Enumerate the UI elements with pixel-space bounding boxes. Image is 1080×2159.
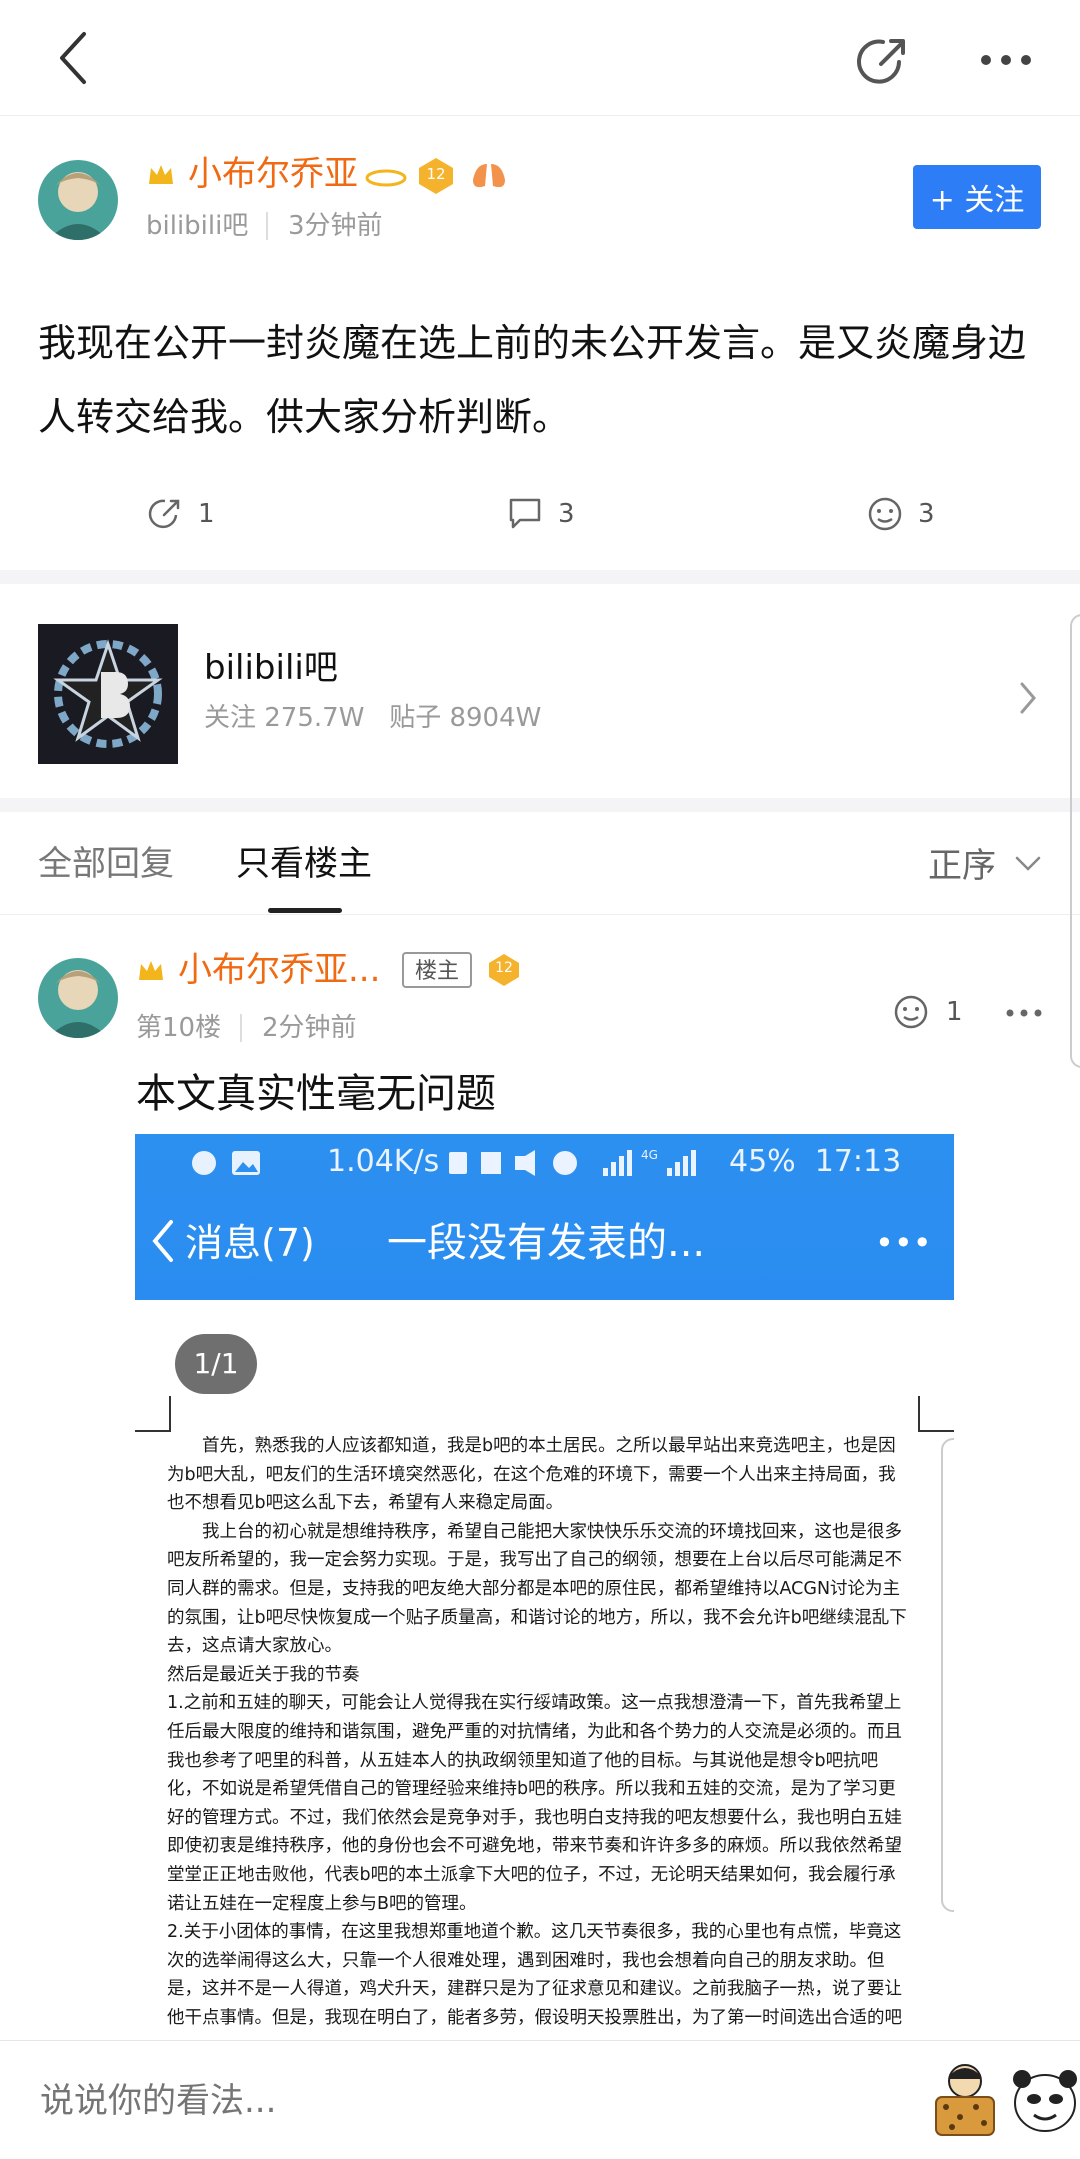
share-count: 1 [198, 499, 215, 529]
battery-time: 45% 17:13 [729, 1144, 902, 1179]
document-line: 任后最大限度的维持和谐氛围，避免严重的对抗情绪，为此和各个势力的人交流是必须的。… [167, 1721, 902, 1742]
lungs-icon [470, 160, 508, 192]
level-number: 12 [495, 960, 513, 976]
document-line: 吧友所希望的，我一定会努力实现。于是，我写出了自己的纲领，想要在上台以后尽可能满… [167, 1550, 902, 1571]
crown-icon [146, 160, 176, 190]
messages-back-label[interactable]: 消息(7) [185, 1218, 315, 1268]
tabs-bottom-border [0, 914, 1080, 915]
screenshot-more[interactable]: ••• [875, 1218, 932, 1268]
divider [240, 1014, 242, 1042]
signal-icons: 4G [601, 1148, 711, 1178]
level-number: 12 [426, 165, 446, 183]
section-divider [0, 570, 1080, 584]
document-line: 化，不如说是希望凭借自己的管理经验来维持b吧的秩序。所以我和五娃的交流，是为了学… [167, 1779, 896, 1800]
comment-count: 3 [558, 499, 575, 529]
chevron-down-icon[interactable] [1014, 854, 1042, 874]
screenshot-header: 1.04K/s 4G 45% 17:13 消息(7) 一段没有发表的... ••… [135, 1134, 954, 1300]
sticker-panda-icon[interactable] [1012, 2065, 1078, 2135]
document-line: 次的选举闹得这么大，只靠一个人很难处理，遇到困难时，我也会想着向自己的朋友求助。… [167, 1950, 885, 1971]
tab-all-replies[interactable]: 全部回复 [38, 842, 174, 886]
share-count-icon[interactable] [148, 496, 182, 530]
follow-button[interactable]: + 关注 [913, 165, 1041, 229]
screenshot-title: 一段没有发表的... [387, 1220, 706, 1266]
share-icon[interactable] [855, 32, 911, 88]
comment-input[interactable] [38, 2065, 882, 2137]
chevron-left-icon[interactable] [149, 1218, 175, 1264]
document-line: 我上台的初心就是想维持秩序，希望自己能把大家快快乐乐交流的环境找回来，这也是很多 [167, 1521, 902, 1542]
chevron-right-icon [1018, 680, 1038, 716]
network-type: 4G [641, 1148, 658, 1162]
document-line: 2.关于小团体的事情，在这里我想郑重地道个歉。这几天节奏很多，我的心里也有点慌，… [167, 1922, 902, 1943]
document-line: 诺让五娃在一定程度上参与B吧的管理。 [167, 1893, 477, 1914]
floor-number: 第10楼 [136, 1013, 222, 1043]
crop-mark [135, 1396, 171, 1432]
document-line: 即使初衷是维持秩序，他的身份也会不可避免地，带来节奏和许许多多的麻烦。所以我依然… [167, 1836, 902, 1857]
document-line: 也不想看见b吧这么乱下去，希望有人来稳定局面。 [167, 1493, 564, 1514]
author-avatar[interactable] [38, 160, 118, 240]
document-line: 好的管理方式。不过，我们依然会是竞争对手，我也明白支持我的吧友想要什么，我也明白… [167, 1807, 902, 1828]
comment-icon[interactable] [508, 496, 542, 530]
page-counter: 1/1 [175, 1334, 257, 1394]
document-line: 1.之前和五娃的聊天，可能会让人觉得我在实行绥靖政策。这一点我想澄清一下，首先我… [167, 1693, 902, 1714]
like-icon[interactable] [866, 494, 904, 532]
divider [266, 212, 268, 240]
reply-author-name[interactable]: 小布尔乔亚... [178, 948, 380, 992]
op-badge: 楼主 [402, 952, 472, 988]
document-line: 然后是最近关于我的节奏 [167, 1664, 360, 1685]
tab-op-only[interactable]: 只看楼主 [236, 842, 372, 886]
document-line: 首先，熟悉我的人应该都知道，我是b吧的本土居民。之所以最早站出来竞选吧主，也是因 [167, 1436, 896, 1456]
page-edge [941, 1438, 954, 1912]
reply-author-avatar[interactable] [38, 958, 118, 1038]
level-badge-icon: 12 [486, 952, 522, 988]
globe-icon [189, 1148, 219, 1178]
sort-order[interactable]: 正序 [928, 844, 996, 888]
crop-mark [918, 1396, 954, 1432]
reply-more-icon[interactable] [1004, 1004, 1044, 1017]
scroll-edge [1070, 614, 1080, 1068]
document-line: 我也参考了吧里的科普，从五娃本人的执政纲领里知道了他的目标。与其说他是想令b吧抗… [167, 1750, 879, 1771]
document-line: 他干点事情。但是，我现在明白了，能者多劳，假设明天投票胜出，为了第一时间选出合适… [167, 2007, 902, 2028]
image-icon [231, 1150, 261, 1176]
source-forum[interactable]: bilibili吧 [146, 208, 248, 244]
network-speed: 1.04K/s [327, 1144, 440, 1179]
sticker-cheetah-icon[interactable] [930, 2061, 1000, 2139]
post-time: 3分钟前 [288, 211, 383, 241]
level-badge-icon: 12 [416, 156, 456, 196]
document-line: 为b吧大乱，吧友们的生活环境突然恶化，在这个危难的环境下，需要一个人出来主持局面… [167, 1464, 896, 1485]
forum-name: bilibili吧 [204, 648, 338, 688]
document-line: 去，这点请大家放心。 [167, 1636, 342, 1657]
embedded-screenshot[interactable]: 1.04K/s 4G 45% 17:13 消息(7) 一段没有发表的... ••… [135, 1134, 954, 2040]
status-icons [445, 1148, 595, 1178]
document-text: 首先，熟悉我的人应该都知道，我是b吧的本土居民。之所以最早站出来竞选吧主，也是因… [167, 1432, 927, 2033]
section-divider [0, 798, 1080, 812]
author-name[interactable]: 小布尔乔亚 [188, 152, 358, 196]
reply-like-icon[interactable] [892, 992, 930, 1030]
forum-logo [38, 624, 178, 764]
crown-icon [136, 956, 166, 986]
post-content: 我现在公开一封炎魔在选上前的未公开发言。是又炎魔身边人转交给我。供大家分析判断。 [38, 321, 1027, 439]
halo-icon [364, 166, 408, 190]
forum-stats: 关注 275.7W 贴子 8904W [204, 703, 542, 733]
reply-like-count: 1 [946, 997, 963, 1027]
more-dots-icon[interactable] [978, 52, 1034, 68]
active-tab-indicator [268, 908, 342, 913]
forum-card[interactable]: bilibili吧 关注 275.7W 贴子 8904W [0, 584, 1080, 798]
document-line: 堂堂正正地击败他，代表b吧的本土派拿下大吧的位子，不过，无论明天结果如何，我会履… [167, 1864, 896, 1885]
top-bar [0, 0, 1080, 116]
reply-time: 2分钟前 [262, 1013, 357, 1043]
reply-text: 本文真实性毫无问题 [136, 1071, 496, 1117]
back-arrow-icon[interactable] [50, 28, 100, 88]
document-line: 同人群的需求。但是，支持我的吧友绝大部分都是本吧的原住民，都希望维持以ACGN讨… [167, 1578, 901, 1599]
bottom-comment-bar [0, 2040, 1080, 2159]
document-line: 是，这并不是一人得道，鸡犬升天，建群只是为了征求意见和建议。之前我脑子一热，说了… [167, 1979, 902, 2000]
document-line: 的氛围，让b吧尽快恢复成一个贴子质量高，和谐讨论的地方，所以，我不会允许b吧继续… [167, 1607, 907, 1628]
like-count: 3 [918, 499, 935, 529]
